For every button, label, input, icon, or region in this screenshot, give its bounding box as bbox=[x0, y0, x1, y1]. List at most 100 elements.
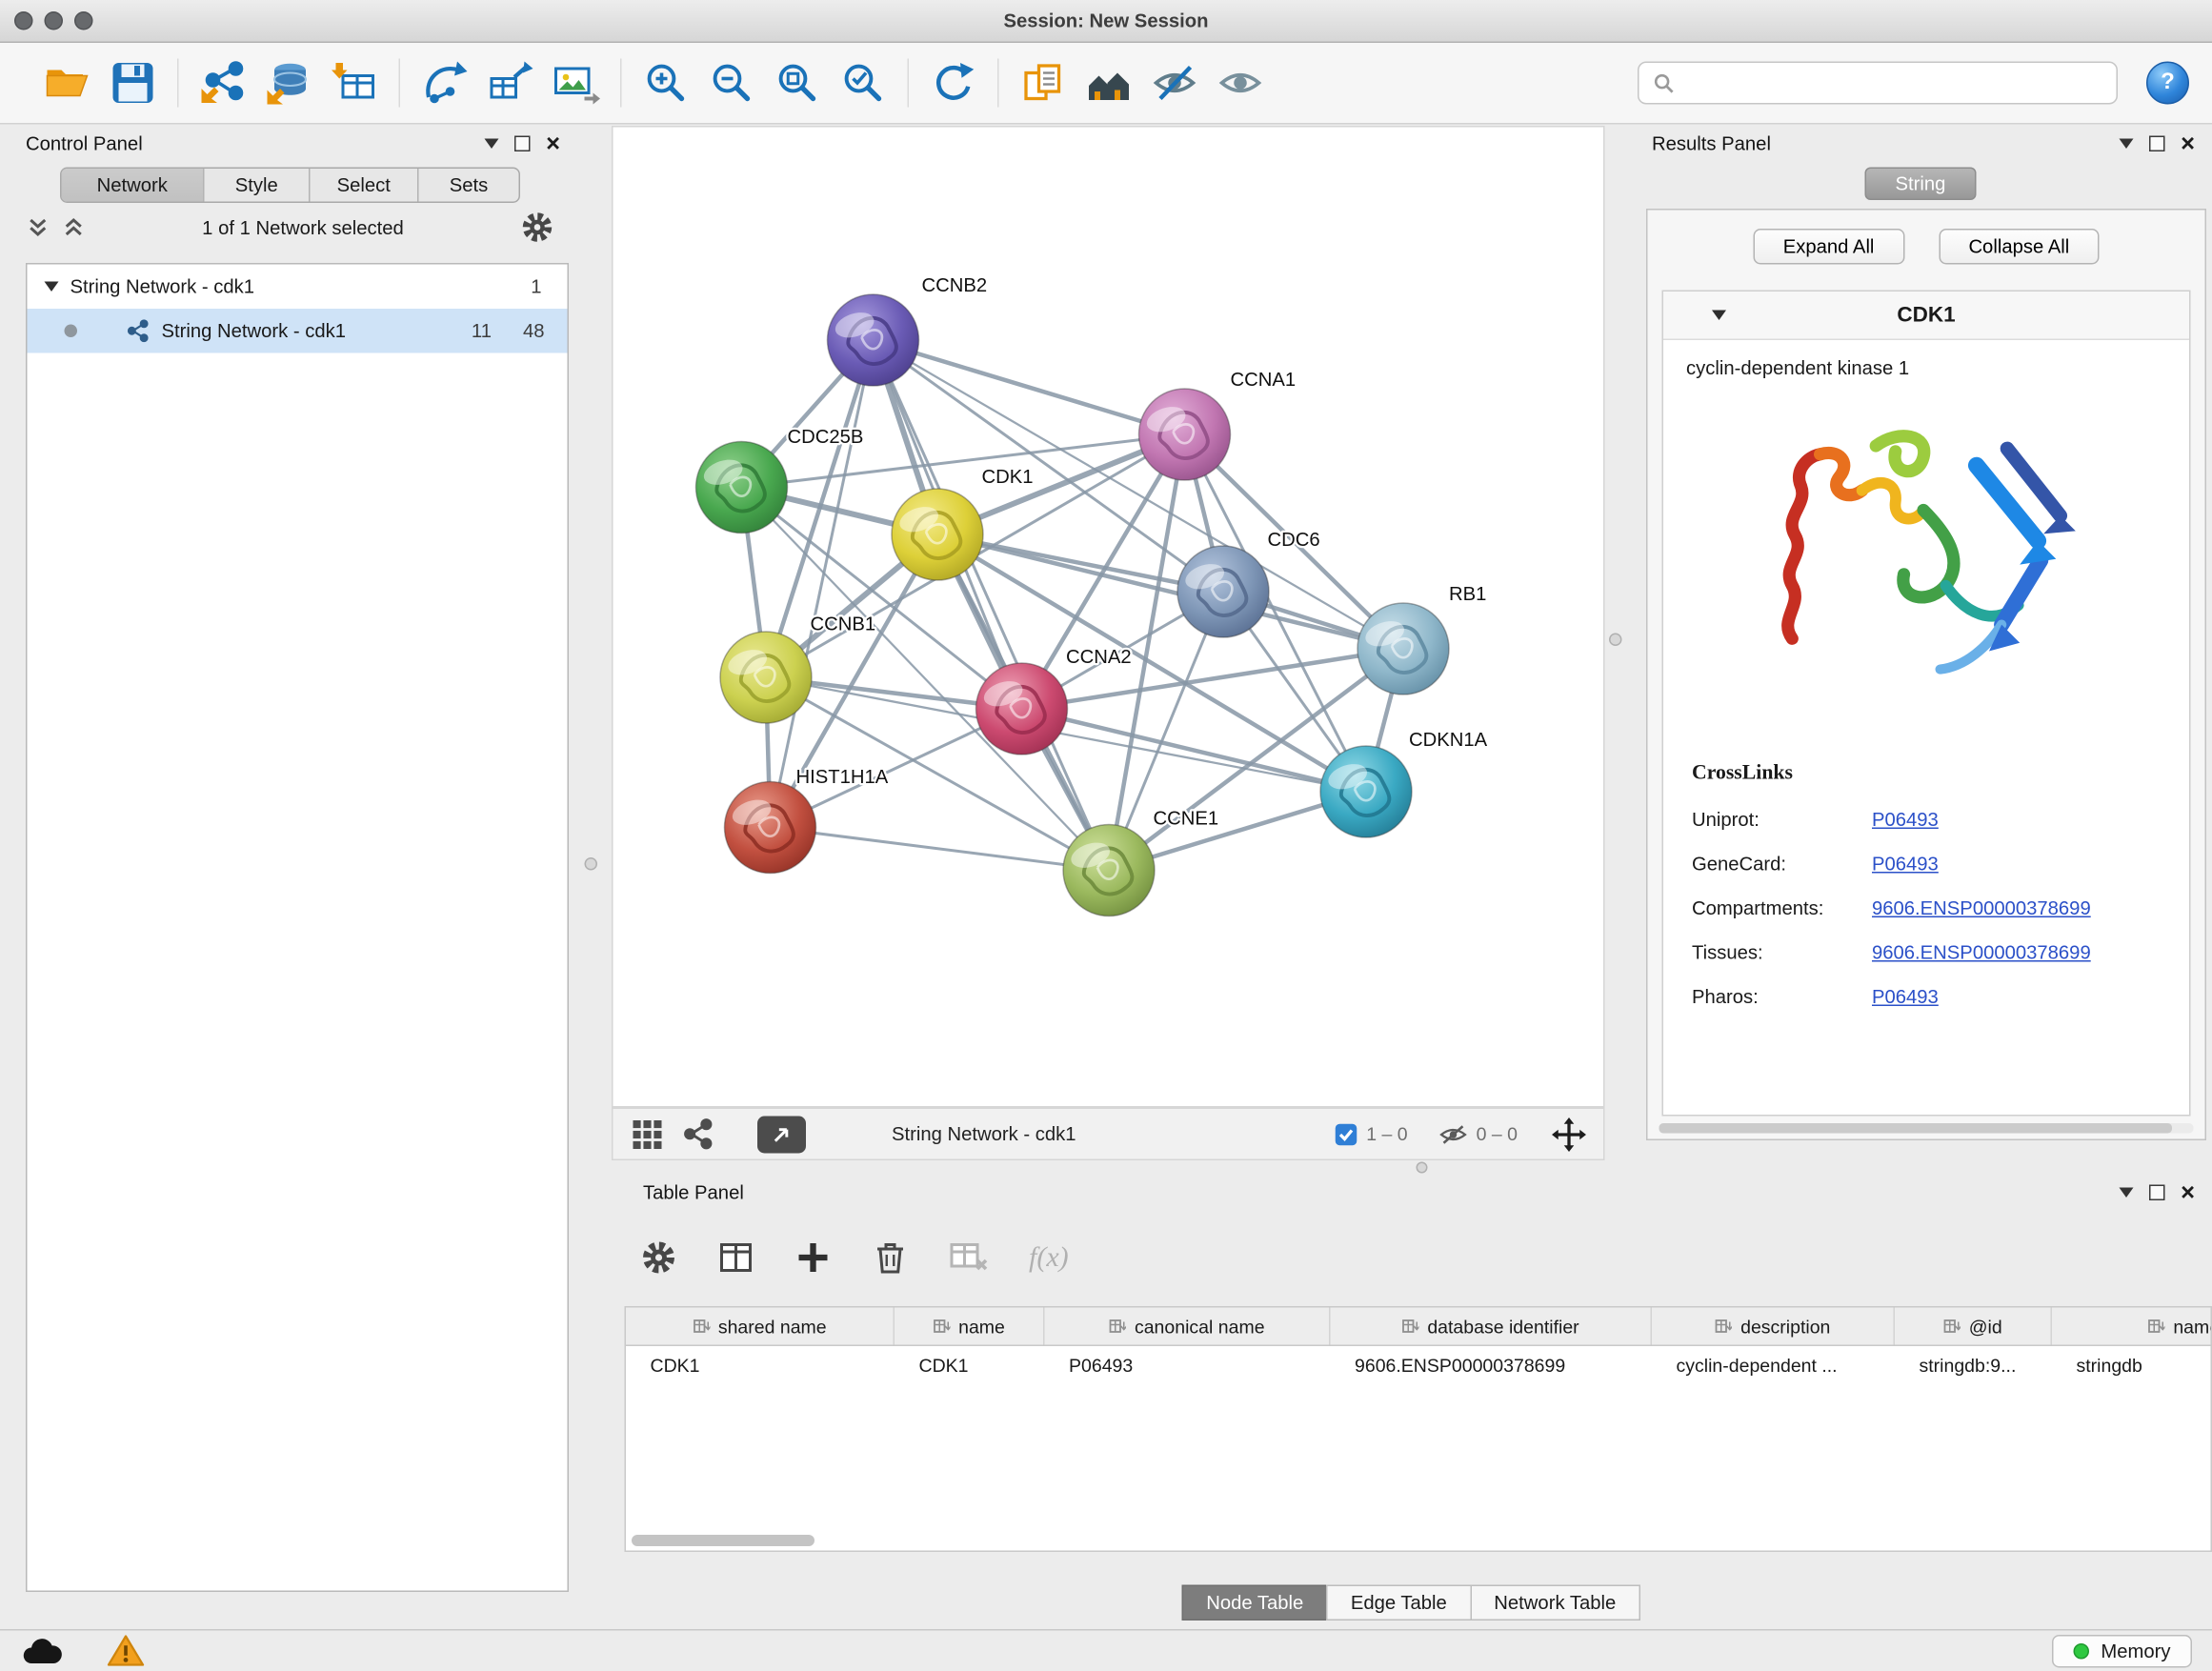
tree-expand-icon[interactable] bbox=[45, 282, 59, 292]
copy-document-button[interactable] bbox=[1011, 50, 1076, 116]
delete-column-icon[interactable] bbox=[872, 1239, 909, 1277]
duplicate-network-button[interactable] bbox=[412, 50, 477, 116]
export-table-button[interactable] bbox=[477, 50, 543, 116]
show-all-button[interactable] bbox=[1208, 50, 1274, 116]
column-header[interactable]: canonical name bbox=[1045, 1308, 1331, 1345]
pan-tool-icon[interactable] bbox=[1552, 1117, 1586, 1151]
table-hscrollbar[interactable] bbox=[632, 1535, 814, 1546]
edge-HIST1H1A-CCNE1[interactable] bbox=[771, 828, 1110, 871]
cell-namespace[interactable]: stringdb bbox=[2052, 1346, 2212, 1385]
zoom-selected-button[interactable] bbox=[831, 50, 896, 116]
node-CCNB1[interactable] bbox=[720, 632, 812, 723]
cloud-icon[interactable] bbox=[20, 1635, 63, 1666]
zoom-fit-button[interactable] bbox=[765, 50, 831, 116]
node-CDC6[interactable] bbox=[1177, 546, 1269, 637]
node-RB1[interactable] bbox=[1357, 603, 1449, 695]
tab-select[interactable]: Select bbox=[311, 169, 419, 202]
left-splitter-handle[interactable] bbox=[585, 857, 598, 871]
panel-collapse-icon[interactable] bbox=[2120, 1187, 2134, 1198]
export-image-button[interactable] bbox=[543, 50, 609, 116]
node-CDK1[interactable] bbox=[892, 489, 983, 580]
memory-button[interactable]: Memory bbox=[2052, 1635, 2192, 1668]
cell-shared-name[interactable]: CDK1 bbox=[626, 1346, 895, 1385]
genecard-link[interactable]: P06493 bbox=[1872, 854, 1939, 876]
table-row[interactable]: CDK1 CDK1 P06493 9606.ENSP00000378699 cy… bbox=[626, 1346, 2211, 1385]
tissues-link[interactable]: 9606.ENSP00000378699 bbox=[1872, 942, 2091, 964]
node-HIST1H1A[interactable] bbox=[725, 782, 816, 874]
results-scrollbar[interactable] bbox=[1659, 1123, 2194, 1134]
column-header[interactable]: shared name bbox=[626, 1308, 895, 1345]
expand-all-icon[interactable] bbox=[62, 216, 87, 239]
collapse-all-button[interactable]: Collapse All bbox=[1939, 229, 2100, 265]
birds-eye-view-button[interactable] bbox=[1076, 50, 1142, 116]
node-CDC25B[interactable] bbox=[696, 442, 788, 534]
tab-network-table[interactable]: Network Table bbox=[1470, 1585, 1640, 1621]
tab-network[interactable]: Network bbox=[62, 169, 205, 202]
column-header[interactable]: name bbox=[895, 1308, 1045, 1345]
gear-icon[interactable] bbox=[520, 211, 554, 245]
panel-close-icon[interactable]: × bbox=[2181, 135, 2195, 151]
search-box[interactable] bbox=[1638, 62, 2118, 105]
tab-node-table[interactable]: Node Table bbox=[1182, 1585, 1328, 1621]
string-tab-badge[interactable]: String bbox=[1865, 168, 1976, 201]
import-network-from-file-button[interactable] bbox=[191, 50, 256, 116]
import-table-from-file-button[interactable] bbox=[322, 50, 388, 116]
edge-CCNB2-HIST1H1A[interactable] bbox=[771, 340, 874, 828]
uniprot-link[interactable]: P06493 bbox=[1872, 809, 1939, 831]
detach-network-button[interactable] bbox=[757, 1116, 806, 1153]
window-minimize-button[interactable] bbox=[45, 11, 64, 30]
help-button[interactable]: ? bbox=[2146, 62, 2189, 105]
zoom-in-button[interactable] bbox=[633, 50, 699, 116]
zoom-out-button[interactable] bbox=[699, 50, 765, 116]
node-CCNA2[interactable] bbox=[976, 663, 1068, 755]
warning-icon[interactable] bbox=[106, 1634, 146, 1668]
open-session-button[interactable] bbox=[34, 50, 100, 116]
column-header[interactable]: namespace bbox=[2052, 1308, 2212, 1345]
column-header[interactable]: description bbox=[1652, 1308, 1895, 1345]
panel-maximize-icon[interactable] bbox=[2149, 135, 2165, 151]
node-CCNB2[interactable] bbox=[828, 294, 919, 386]
compartments-link[interactable]: 9606.ENSP00000378699 bbox=[1872, 897, 2091, 919]
panel-close-icon[interactable]: × bbox=[546, 135, 560, 151]
right-splitter-handle[interactable] bbox=[1609, 634, 1622, 647]
cell-canonical-name[interactable]: P06493 bbox=[1045, 1346, 1331, 1385]
panel-collapse-icon[interactable] bbox=[485, 138, 499, 149]
apply-layout-button[interactable] bbox=[920, 50, 986, 116]
network-canvas[interactable]: CCNB2CCNA1CDC25BCDK1CDC6RB1CCNB1CCNA2CDK… bbox=[612, 126, 1605, 1108]
add-column-icon[interactable] bbox=[794, 1239, 832, 1277]
tab-style[interactable]: Style bbox=[205, 169, 311, 202]
column-header[interactable]: @id bbox=[1895, 1308, 2052, 1345]
panel-close-icon[interactable]: × bbox=[2181, 1184, 2195, 1200]
cell-database-identifier[interactable]: 9606.ENSP00000378699 bbox=[1331, 1346, 1653, 1385]
network-row[interactable]: String Network - cdk1 11 48 bbox=[28, 309, 568, 353]
edge-CCNB2-CCNA1[interactable] bbox=[874, 340, 1185, 434]
tab-sets[interactable]: Sets bbox=[419, 169, 519, 202]
save-session-button[interactable] bbox=[100, 50, 166, 116]
window-close-button[interactable] bbox=[14, 11, 33, 30]
expand-all-button[interactable]: Expand All bbox=[1753, 229, 1904, 265]
panel-collapse-icon[interactable] bbox=[2120, 138, 2134, 149]
network-overview-icon[interactable] bbox=[682, 1117, 715, 1151]
cell-description[interactable]: cyclin-dependent ... bbox=[1652, 1346, 1895, 1385]
cell-name[interactable]: CDK1 bbox=[895, 1346, 1045, 1385]
collapse-all-icon[interactable] bbox=[26, 216, 50, 239]
node-CCNE1[interactable] bbox=[1063, 825, 1155, 916]
search-input[interactable] bbox=[1686, 72, 2102, 94]
show-columns-icon[interactable] bbox=[717, 1239, 754, 1277]
bottom-splitter-handle[interactable] bbox=[1417, 1162, 1428, 1174]
pharos-link[interactable]: P06493 bbox=[1872, 986, 1939, 1008]
window-zoom-button[interactable] bbox=[74, 11, 93, 30]
table-settings-gear-icon[interactable] bbox=[640, 1239, 677, 1277]
import-network-from-database-button[interactable] bbox=[256, 50, 322, 116]
panel-maximize-icon[interactable] bbox=[2149, 1184, 2165, 1200]
gene-card-header[interactable]: CDK1 bbox=[1663, 292, 2189, 340]
column-header[interactable]: database identifier bbox=[1331, 1308, 1653, 1345]
edge-CDK1-RB1[interactable] bbox=[937, 534, 1403, 649]
edge-CCNB2-CCNE1[interactable] bbox=[874, 340, 1110, 871]
cell-id[interactable]: stringdb:9... bbox=[1895, 1346, 2052, 1385]
grid-view-icon[interactable] bbox=[631, 1117, 665, 1151]
node-CCNA1[interactable] bbox=[1139, 389, 1231, 480]
hide-selected-button[interactable] bbox=[1142, 50, 1208, 116]
network-collection-row[interactable]: String Network - cdk1 1 bbox=[28, 265, 568, 310]
node-CDKN1A[interactable] bbox=[1320, 746, 1412, 837]
